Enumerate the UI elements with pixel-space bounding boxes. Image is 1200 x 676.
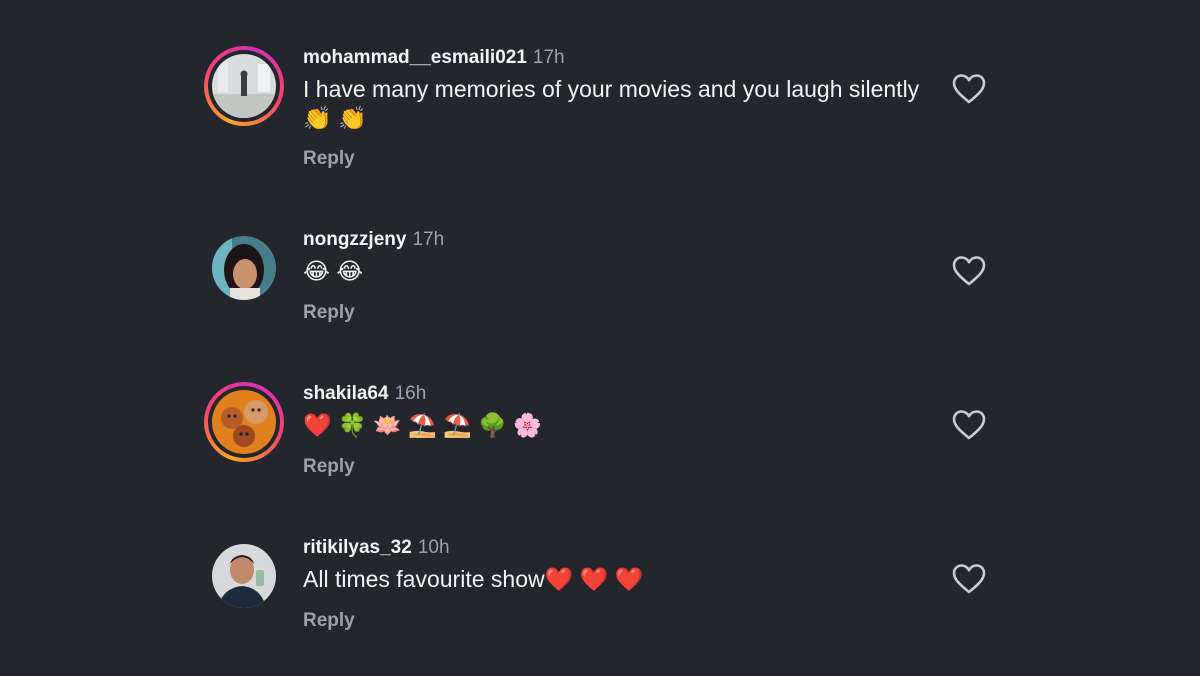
- comment-text: All times favourite show❤️ ❤️ ❤️: [303, 566, 644, 592]
- reply-button[interactable]: Reply: [303, 148, 355, 170]
- comment-text: ❤️ 🍀 🪷 ⛱️ ⛱️ 🌳 🌸: [303, 412, 542, 438]
- comment-text: 😂 😂: [303, 258, 364, 284]
- comment-header: nongzzjeny 17h: [303, 228, 444, 252]
- comment-text: I have many memories of your movies and …: [303, 76, 920, 131]
- username[interactable]: nongzzjeny: [303, 229, 406, 250]
- heart-outline-icon[interactable]: [952, 564, 986, 594]
- avatar: [212, 544, 276, 608]
- avatar: [212, 236, 276, 300]
- comment-header: ritikilyas_32 10h: [303, 536, 450, 560]
- username[interactable]: ritikilyas_32: [303, 537, 412, 558]
- username[interactable]: shakila64: [303, 383, 389, 404]
- heart-outline-icon[interactable]: [952, 74, 986, 104]
- reply-button[interactable]: Reply: [303, 302, 355, 324]
- comment-header: mohammad__esmaili021 17h: [303, 46, 565, 70]
- story-ring[interactable]: [204, 46, 284, 126]
- avatar-wrapper[interactable]: [204, 228, 284, 308]
- reply-button[interactable]: Reply: [303, 456, 355, 478]
- avatar-wrapper[interactable]: [204, 536, 284, 616]
- heart-outline-icon[interactable]: [952, 410, 986, 440]
- comment-item: shakila64 16h ❤️ 🍀 🪷 ⛱️ ⛱️ 🌳 🌸 Reply: [204, 382, 994, 522]
- comment-item: nongzzjeny 17h 😂 😂 Reply: [204, 228, 994, 368]
- comment-item: mohammad__esmaili021 17h I have many memo…: [204, 46, 994, 186]
- heart-outline-icon[interactable]: [952, 256, 986, 286]
- comment-header: shakila64 16h: [303, 382, 426, 406]
- reply-button[interactable]: Reply: [303, 610, 355, 632]
- username[interactable]: mohammad__esmaili021: [303, 47, 527, 68]
- timestamp: 17h: [532, 47, 565, 68]
- avatar: [212, 390, 276, 454]
- timestamp: 10h: [417, 537, 450, 558]
- story-ring[interactable]: [204, 382, 284, 462]
- timestamp: 16h: [394, 383, 427, 404]
- timestamp: 17h: [412, 229, 445, 250]
- avatar: [212, 54, 276, 118]
- comment-item: ritikilyas_32 10h All times favourite sho…: [204, 536, 994, 676]
